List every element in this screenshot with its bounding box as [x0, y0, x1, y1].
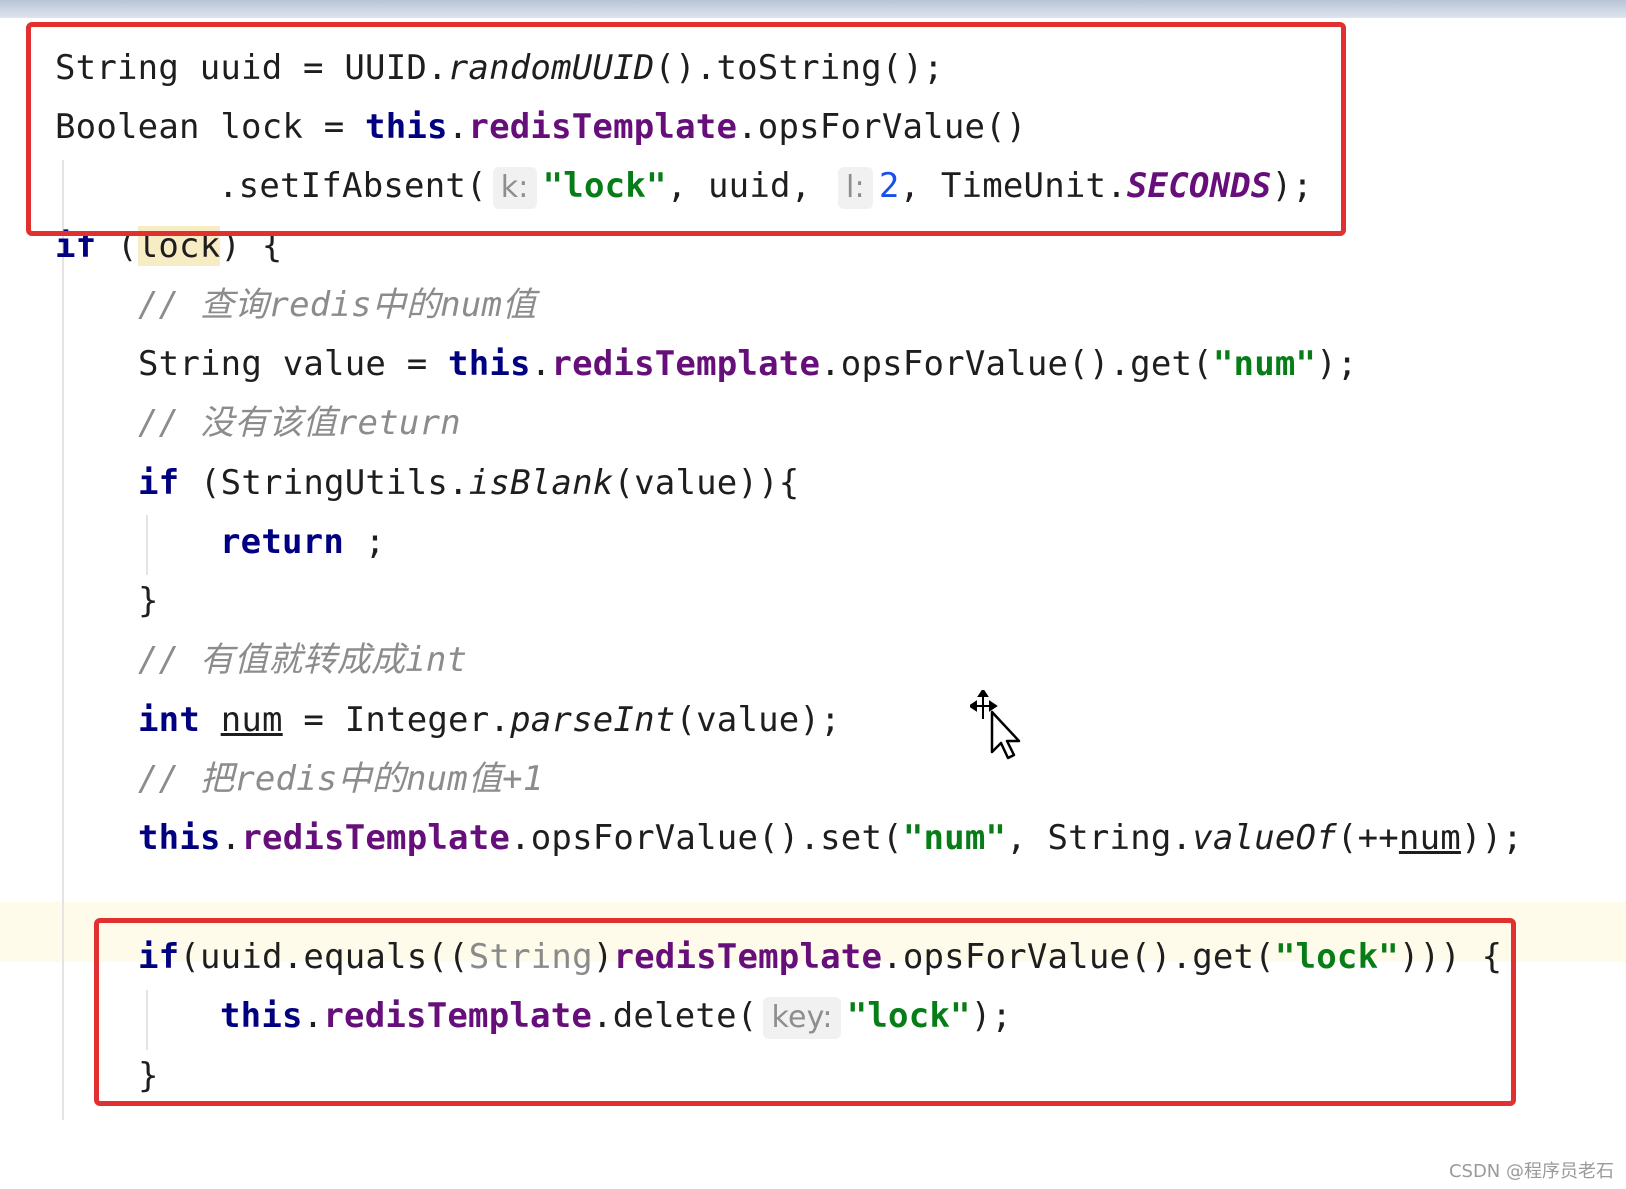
- code-line: String value = this.redisTemplate.opsFor…: [138, 344, 1358, 384]
- code-line: int num = Integer.parseInt(value);: [138, 700, 841, 740]
- code-comment: // 把redis中的num值+1: [138, 759, 544, 799]
- annotation-box-lock-release: [94, 918, 1516, 1106]
- watermark: CSDN @程序员老石: [1448, 1161, 1614, 1182]
- code-line: this.redisTemplate.opsForValue().set("nu…: [138, 818, 1523, 858]
- annotation-box-lock-acquire: [26, 22, 1346, 236]
- code-comment: // 没有该值return: [138, 403, 461, 443]
- move-cursor-icon: [970, 690, 1021, 760]
- code-comment: // 查询redis中的num值: [138, 285, 537, 325]
- editor-top-bar: [0, 0, 1626, 18]
- code-comment: // 有值就转成成int: [138, 640, 468, 680]
- code-line: return ;: [220, 522, 386, 562]
- code-line: }: [138, 581, 159, 621]
- indent-guide: [146, 515, 148, 575]
- indent-guide: [62, 160, 64, 1120]
- code-line: if (StringUtils.isBlank(value)){: [138, 463, 800, 503]
